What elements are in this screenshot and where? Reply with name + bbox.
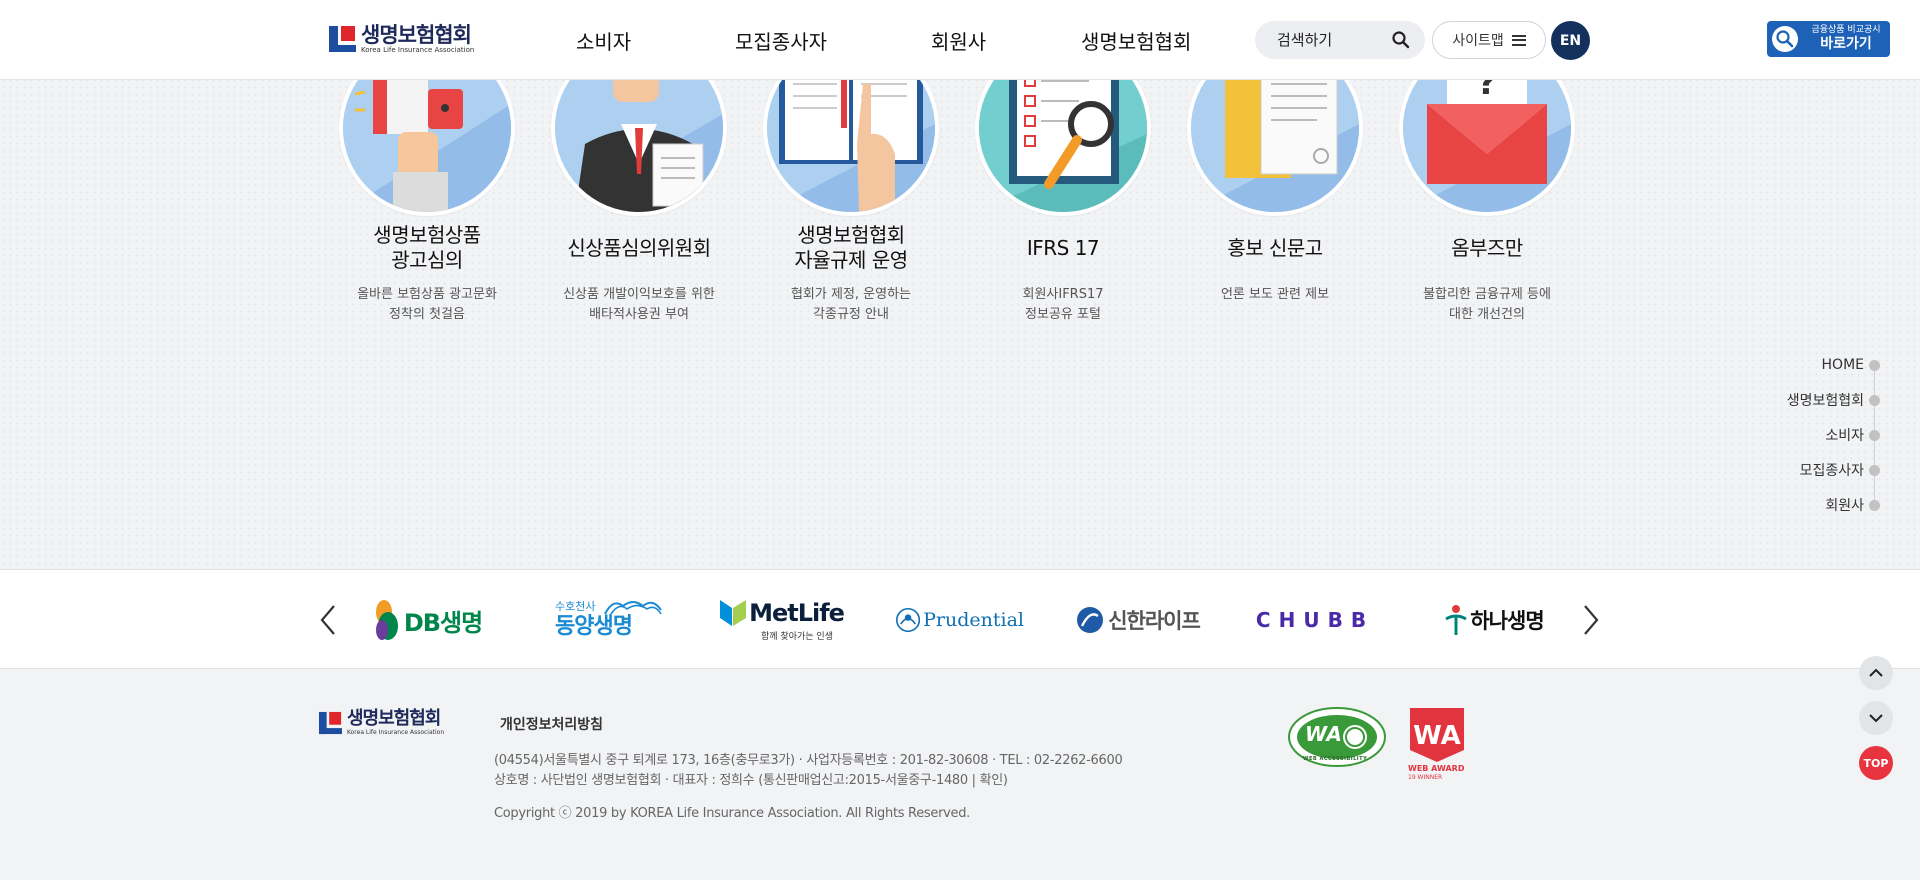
scroll-down-icon[interactable] bbox=[1859, 701, 1893, 735]
nav-association[interactable]: 생명보험협회 bbox=[1081, 26, 1191, 55]
service-title: 생명보험상품 광고심의 bbox=[373, 223, 481, 272]
wa-sub-text: WEB ACCESSIBILITY bbox=[1303, 756, 1368, 762]
footer-address: (04554)서울특별시 중구 퇴계로 173, 16층(충무로3가) · 사업… bbox=[494, 751, 1123, 791]
web-award-year: 19 WINNER bbox=[1408, 774, 1443, 781]
banner-line1: 금융상품 비교공시 bbox=[1811, 25, 1881, 35]
search-icon[interactable] bbox=[1391, 30, 1411, 50]
hana-logo-icon bbox=[1445, 605, 1468, 635]
quick-nav-recruiters[interactable]: 모집종사자 bbox=[1800, 460, 1880, 480]
svg-text:WA: WA bbox=[1413, 721, 1461, 751]
partner-label: MetLife bbox=[749, 598, 845, 627]
quick-nav-label: 모집종사자 bbox=[1799, 463, 1864, 479]
partner-label: 신한라이프 bbox=[1108, 609, 1201, 633]
nav-recruiters[interactable]: 모집종사자 bbox=[735, 26, 827, 55]
service-item-ombudsman[interactable]: ? 옴부즈만 불합리한 금융규제 등에 대한 개선건의 bbox=[1381, 40, 1593, 325]
service-title: 옴부즈만 bbox=[1451, 235, 1523, 260]
service-description: 올바른 보험상품 광고문화 정착의 첫걸음 bbox=[357, 287, 497, 322]
partner-hana-life[interactable]: 하나생명 bbox=[1436, 594, 1552, 646]
nav-consumer[interactable]: 소비자 bbox=[576, 26, 631, 55]
hamburger-icon bbox=[1511, 34, 1526, 46]
partner-prudential[interactable]: Prudential bbox=[896, 594, 1024, 646]
scroll-up-icon[interactable] bbox=[1859, 656, 1893, 690]
partner-tongyang-life[interactable]: 수호천사 동양생명 bbox=[555, 594, 667, 646]
search-box bbox=[1255, 21, 1425, 59]
search-input[interactable] bbox=[1277, 30, 1387, 50]
logo-text: 생명보험협회 bbox=[361, 22, 472, 47]
language-en-button[interactable]: EN bbox=[1551, 21, 1590, 60]
shinhan-logo-icon bbox=[1077, 607, 1104, 633]
service-description: 협회가 제정, 운영하는 각종규정 안내 bbox=[790, 287, 912, 322]
banner-line2: 바로가기 bbox=[1820, 36, 1872, 52]
quick-nav-label: 생명보험협회 bbox=[1786, 393, 1864, 409]
wa-logo-text: WA bbox=[1305, 722, 1342, 746]
service-title: 생명보험협회 자율규제 운영 bbox=[794, 223, 908, 272]
nav-members[interactable]: 회원사 bbox=[931, 26, 986, 55]
quick-nav-dot bbox=[1869, 499, 1880, 511]
slider-prev-icon[interactable] bbox=[316, 602, 340, 638]
db-logo-icon bbox=[375, 600, 398, 640]
copyright: Copyright ⓒ 2019 by KOREA Life Insurance… bbox=[494, 806, 970, 821]
quick-nav-dot bbox=[1869, 359, 1880, 371]
logo-mark bbox=[319, 709, 342, 736]
quick-nav-label: 소비자 bbox=[1825, 428, 1864, 444]
service-item-self-regulation[interactable]: 생명보험협회 자율규제 운영 협회가 제정, 운영하는 각종규정 안내 bbox=[745, 40, 957, 325]
service-description: 회원사IFRS17 정보공유 포털 bbox=[1022, 287, 1104, 322]
logo-text: 생명보험협회 bbox=[347, 708, 441, 729]
site-logo[interactable]: 생명보험협회 Korea Life Insurance Association bbox=[329, 23, 474, 55]
web-accessibility-badge[interactable]: WA WEB ACCESSIBILITY bbox=[1287, 706, 1387, 768]
footer-logo[interactable]: 생명보험협회 Korea Life Insurance Association bbox=[319, 707, 444, 739]
logo-mark bbox=[329, 23, 356, 55]
privacy-policy-link[interactable]: 개인정보처리방침 bbox=[500, 714, 603, 734]
partner-sublabel: 수호천사 bbox=[555, 600, 596, 613]
service-item-ifrs17[interactable]: IFRS 17 회원사IFRS17 정보공유 포털 bbox=[957, 40, 1169, 325]
partner-label: Prudential bbox=[923, 609, 1024, 631]
service-item-ad-review[interactable]: 생명보험상품 광고심의 올바른 보험상품 광고문화 정착의 첫걸음 bbox=[321, 40, 533, 325]
service-item-new-product-committee[interactable]: 신상품심의위원회 신상품 개발이익보호를 위한 배타적사용권 부여 bbox=[533, 40, 745, 325]
service-description: 언론 보도 관련 제보 bbox=[1220, 287, 1330, 302]
quick-nav-dot bbox=[1869, 394, 1880, 406]
sitemap-label: 사이트맵 bbox=[1452, 33, 1504, 49]
partner-shinhan-life[interactable]: 신한라이프 bbox=[1072, 594, 1204, 646]
metlife-logo-icon bbox=[720, 599, 747, 626]
partner-sublabel: 함께 찾아가는 인생 bbox=[761, 631, 833, 642]
partner-label: 하나생명 bbox=[1470, 609, 1544, 633]
quick-nav-consumer[interactable]: 소비자 bbox=[1825, 425, 1880, 445]
prudential-logo-icon bbox=[896, 607, 921, 633]
partner-slider: DB생명 수호천사 동양생명 MetLife 함께 찾아가는 인생 Pruden… bbox=[0, 569, 1920, 669]
partner-chubb[interactable]: CHUBB bbox=[1252, 594, 1378, 646]
magnifier-icon bbox=[1772, 26, 1798, 52]
partner-label: CHUBB bbox=[1255, 608, 1375, 632]
service-title: 홍보 신문고 bbox=[1227, 235, 1323, 260]
service-description: 신상품 개발이익보호를 위한 배타적사용권 부여 bbox=[563, 287, 715, 322]
quick-nav-members[interactable]: 회원사 bbox=[1825, 495, 1880, 515]
partner-metlife[interactable]: MetLife 함께 찾아가는 인생 bbox=[720, 594, 845, 646]
quick-nav-dot bbox=[1869, 464, 1880, 476]
quick-nav-label: 회원사 bbox=[1825, 498, 1864, 514]
partner-db-life[interactable]: DB생명 bbox=[366, 594, 490, 646]
product-compare-banner[interactable]: 금융상품 비교공시 바로가기 bbox=[1767, 21, 1890, 57]
partner-label: DB생명 bbox=[403, 608, 483, 637]
quick-nav-home[interactable]: HOME bbox=[1822, 355, 1880, 375]
address-line: 상호명 : 사단법인 생명보험협회 · 대표자 : 정희수 (통신판매업신고:2… bbox=[494, 773, 1008, 788]
site-header: 생명보험협회 Korea Life Insurance Association … bbox=[0, 0, 1920, 80]
address-line: (04554)서울특별시 중구 퇴계로 173, 16층(충무로3가) · 사업… bbox=[494, 753, 1123, 768]
site-footer: 생명보험협회 Korea Life Insurance Association … bbox=[0, 669, 1920, 880]
wave-logo-icon bbox=[604, 601, 662, 615]
partner-label: 동양생명 bbox=[555, 614, 633, 639]
web-award-badge[interactable]: WA WEB AWARD 19 WINNER bbox=[1408, 706, 1466, 784]
service-title: IFRS 17 bbox=[1026, 235, 1100, 260]
sitemap-button[interactable]: 사이트맵 bbox=[1432, 21, 1546, 59]
service-title: 신상품심의위원회 bbox=[567, 235, 711, 260]
logo-subtext: Korea Life Insurance Association bbox=[361, 45, 475, 54]
slider-next-icon[interactable] bbox=[1579, 602, 1603, 638]
quick-nav-dot bbox=[1869, 429, 1880, 441]
scroll-top-button[interactable]: TOP bbox=[1859, 746, 1893, 780]
web-award-text: WEB AWARD bbox=[1408, 764, 1465, 773]
logo-subtext: Korea Life Insurance Association bbox=[347, 729, 445, 736]
quick-nav-association[interactable]: 생명보험협회 bbox=[1787, 390, 1880, 410]
quick-nav-label: HOME bbox=[1821, 357, 1864, 373]
service-description: 불합리한 금융규제 등에 대한 개선건의 bbox=[1423, 287, 1551, 322]
